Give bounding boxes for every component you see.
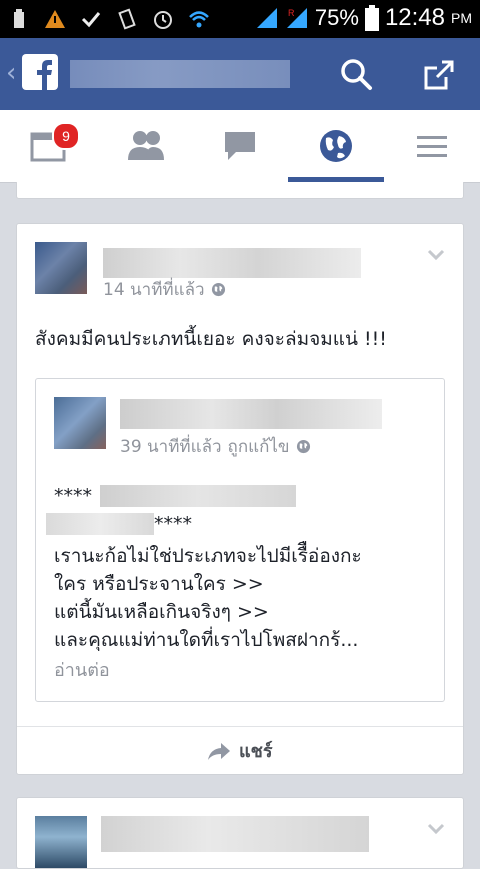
shared-post[interactable]: 39 นาทีที่แล้ว ถูกแก้ไข **** **** เรานะก…	[35, 378, 445, 702]
divider	[17, 726, 463, 727]
shared-author-name-redacted[interactable]	[120, 399, 382, 429]
public-globe-icon	[211, 282, 225, 297]
tab-news-feed[interactable]: 9	[0, 110, 96, 182]
share-arrow-icon	[208, 742, 230, 760]
redacted-text	[46, 513, 154, 535]
status-bar: R 75% 12:48 PM	[0, 0, 480, 38]
check-icon	[81, 12, 101, 28]
read-more-link[interactable]: อ่านต่อ	[54, 655, 110, 684]
shared-text-line-3: เรานะก้อไม่ใช่ประเภทจะไปมีเรืือ่องกะ	[54, 545, 362, 567]
messages-icon	[225, 132, 255, 160]
clock-ampm: PM	[451, 10, 472, 26]
back-button[interactable]: ‹	[6, 58, 16, 88]
shared-text-line-6: และคุณแม่ท่านใดที่เราไปโพสฝากร้...	[54, 629, 359, 651]
edited-label[interactable]: ถูกแก้ไข	[228, 433, 290, 460]
previous-post-card	[16, 182, 464, 199]
tab-notifications[interactable]	[288, 110, 384, 182]
shared-post-timestamp[interactable]: 39 นาทีที่แล้ว	[120, 433, 222, 460]
post-timestamp[interactable]: 14 นาทีที่แล้ว	[103, 276, 205, 303]
public-globe-icon	[296, 439, 310, 454]
avatar[interactable]	[54, 397, 106, 449]
shared-text-line-1-prefix: ****	[54, 485, 92, 507]
avatar[interactable]	[35, 816, 87, 868]
post-text: สังคมมีคนประเภทนี้เยอะ คงจะล่มจมแน่ !!!	[35, 328, 387, 350]
menu-icon	[417, 136, 447, 157]
facebook-logo-icon[interactable]	[22, 54, 58, 90]
tab-friend-requests[interactable]	[96, 110, 192, 182]
author-name-redacted[interactable]	[101, 816, 369, 852]
battery-icon	[364, 5, 379, 31]
share-label: แชร์	[239, 741, 273, 762]
post-card: 14 นาทีที่แล้ว สังคมมีคนประเภทนี้เยอะ คง…	[16, 223, 464, 775]
next-post-card	[16, 797, 464, 869]
tab-bar: 9	[0, 110, 480, 183]
shared-post-meta: 39 นาทีที่แล้ว ถูกแก้ไข	[120, 433, 311, 460]
shared-text-line-5: แต่นี้มันเหลือเกินจริงๆ >>	[54, 601, 269, 623]
author-name-redacted[interactable]	[103, 248, 361, 278]
tab-messages[interactable]	[192, 110, 288, 182]
redacted-text	[100, 485, 296, 507]
chevron-down-icon[interactable]	[427, 246, 445, 265]
globe-icon	[320, 130, 352, 162]
clock-time: 12:48	[384, 4, 445, 31]
shared-text-line-2-suffix: ****	[154, 513, 192, 535]
vibrate-icon	[118, 8, 136, 30]
search-icon[interactable]	[338, 56, 374, 96]
battery-percent: 75%	[314, 5, 359, 30]
publish-icon[interactable]	[420, 56, 458, 98]
avatar[interactable]	[35, 242, 87, 294]
post-meta: 14 นาทีที่แล้ว	[103, 276, 226, 303]
signal-icon	[256, 8, 277, 28]
shared-text-line-4: ใคร หรือประจานใคร >>	[54, 573, 264, 595]
warning-icon	[45, 10, 65, 28]
notification-badge: 9	[52, 122, 80, 150]
share-button[interactable]: แชร์	[207, 736, 273, 765]
svg-text:R: R	[288, 8, 295, 18]
page-title-redacted	[70, 60, 290, 88]
alarm-icon	[154, 11, 172, 29]
app-bar: ‹	[0, 38, 480, 110]
tab-more[interactable]	[384, 110, 480, 182]
wifi-icon	[189, 11, 209, 28]
chevron-down-icon[interactable]	[427, 820, 445, 839]
usb-icon	[14, 9, 24, 28]
friends-icon	[128, 131, 164, 160]
roaming-signal-icon: R	[286, 8, 307, 28]
